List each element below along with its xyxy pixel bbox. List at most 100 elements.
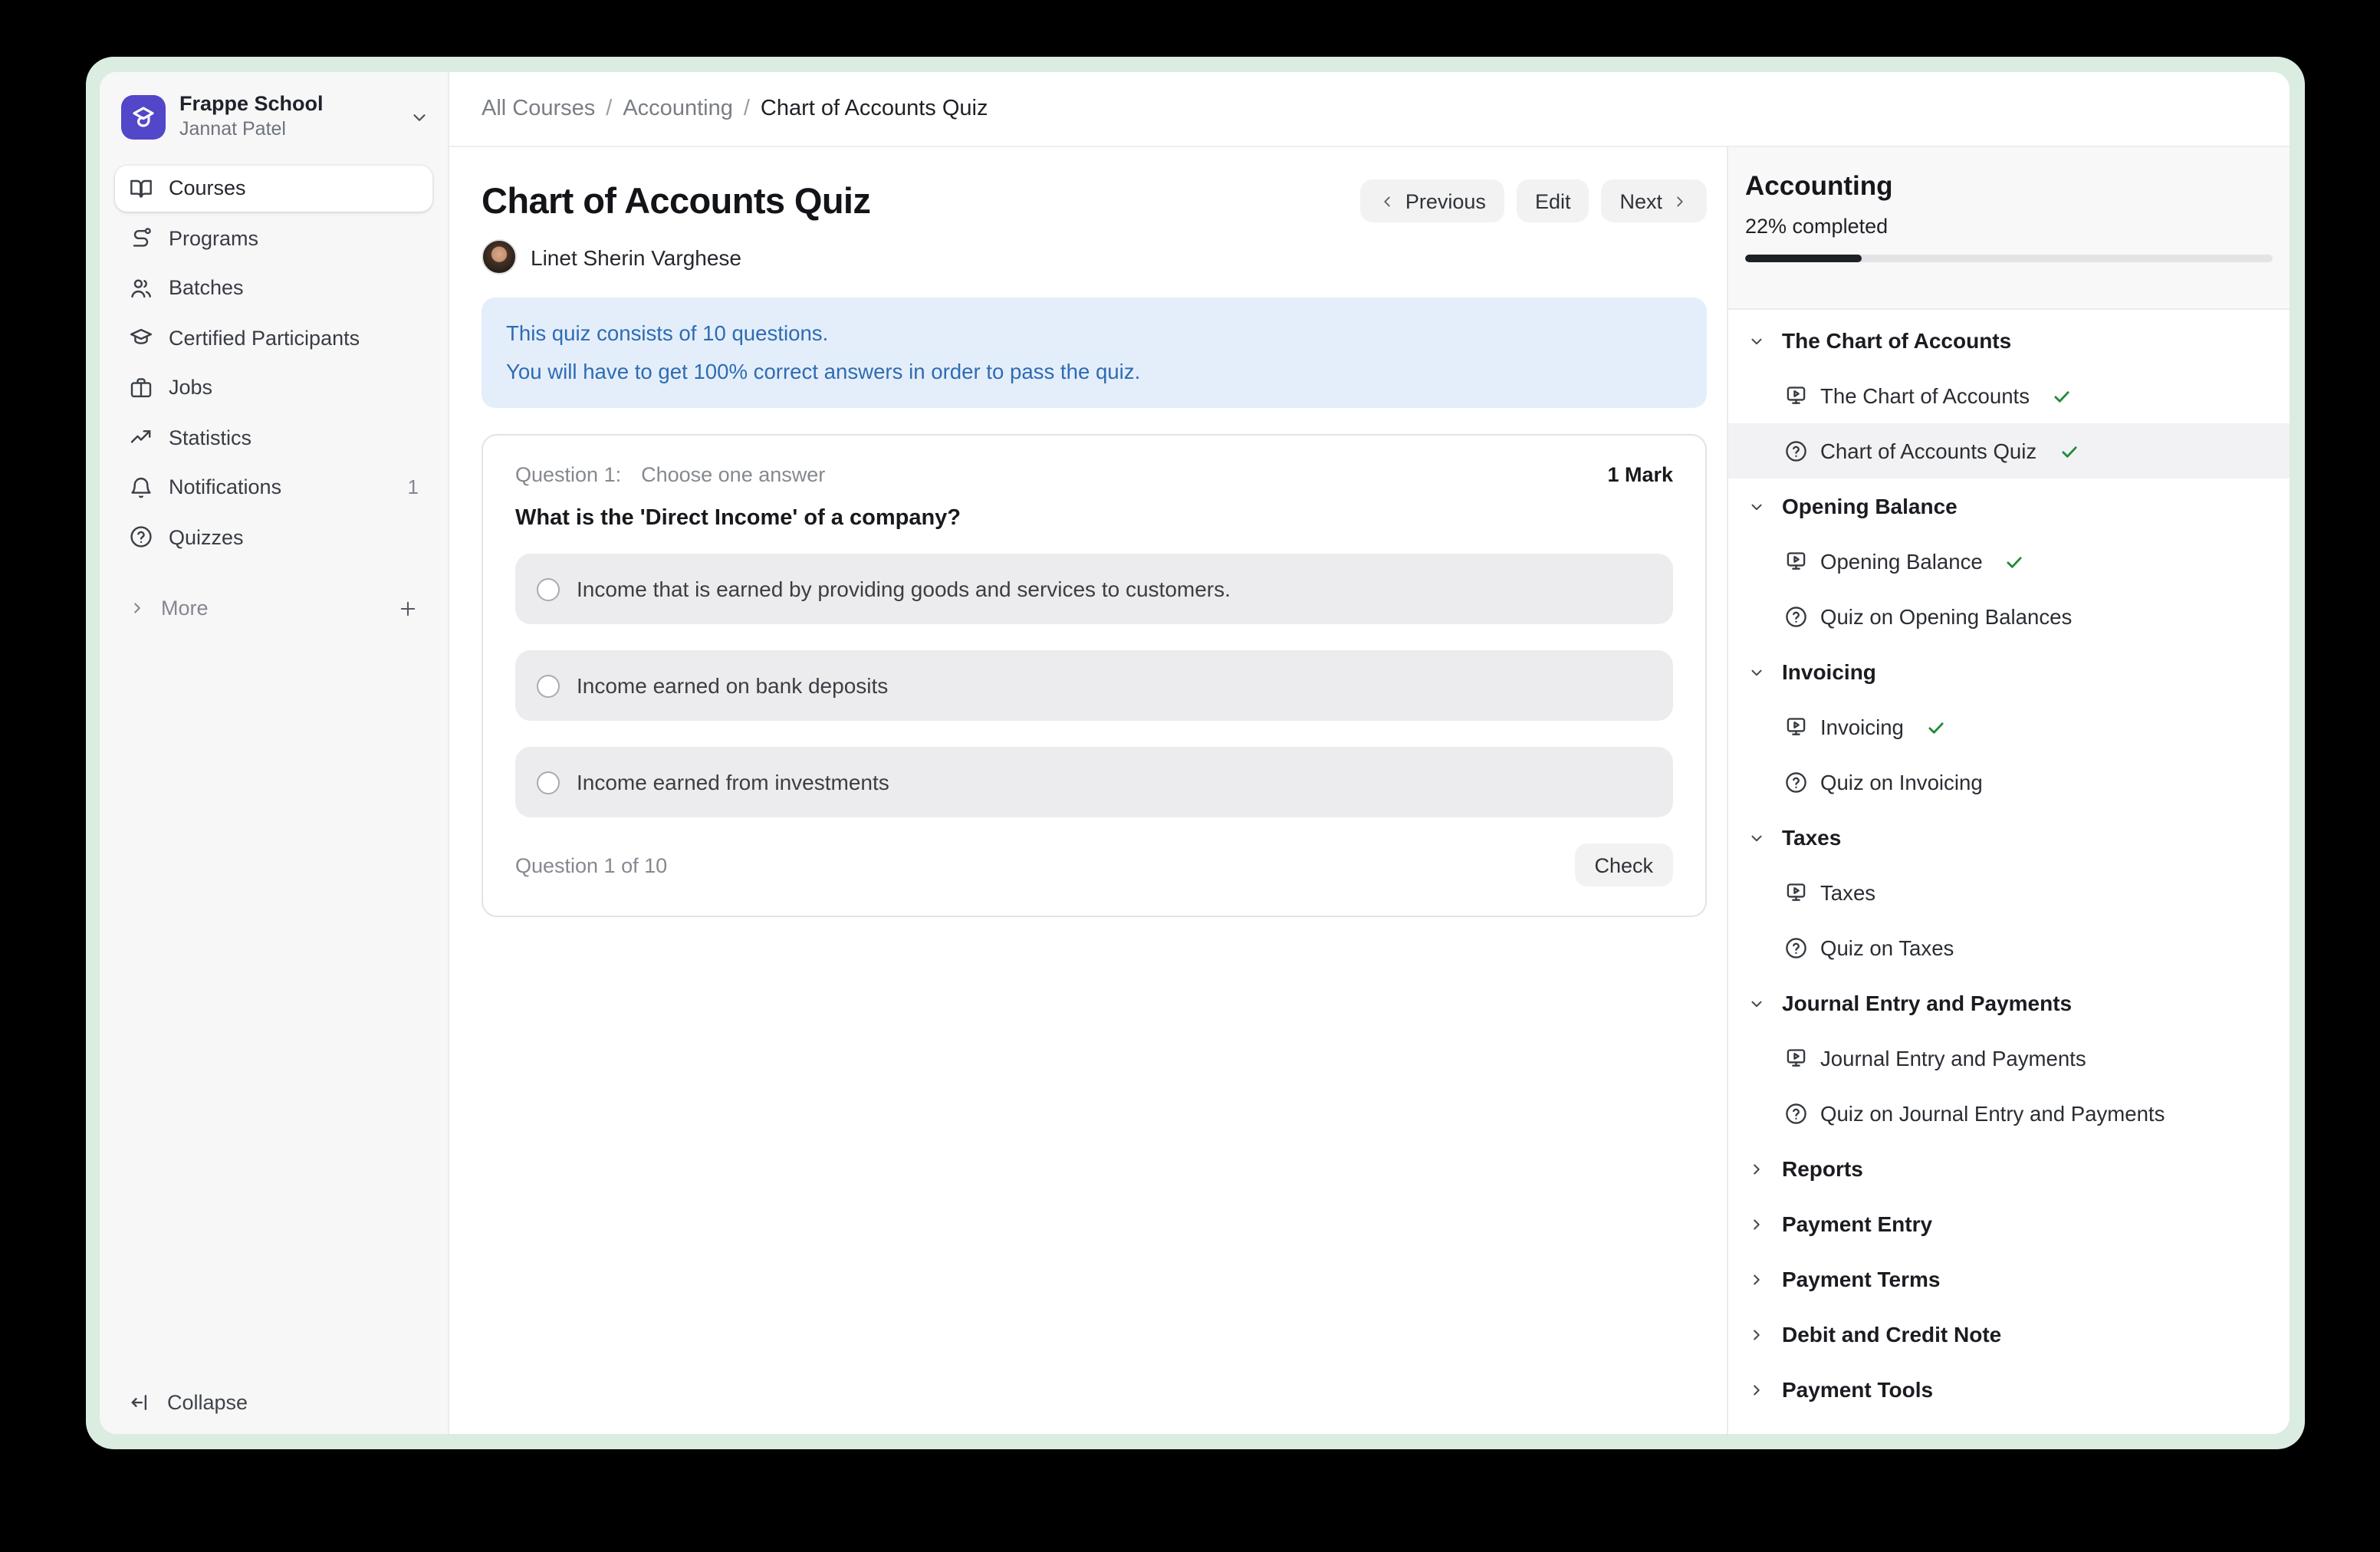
question-footer: Question 1 of 10 Check	[515, 843, 1673, 886]
outline-section-label: Payment Tools	[1782, 1377, 1933, 1402]
breadcrumb-item-current: Chart of Accounts Quiz	[761, 97, 988, 121]
answer-option-label: Income that is earned by providing goods…	[577, 577, 1231, 601]
outline-item-label: Quiz on Opening Balances	[1820, 605, 2072, 628]
outline-section-taxes[interactable]: Taxes	[1728, 810, 2290, 865]
outline-item-chart-of-accounts-quiz[interactable]: Chart of Accounts Quiz	[1728, 423, 2290, 478]
breadcrumb-item[interactable]: Accounting	[623, 97, 733, 121]
radio-button[interactable]	[537, 674, 560, 697]
quiz-icon	[1783, 439, 1809, 464]
main-content: Chart of Accounts Quiz Previous Edit	[449, 147, 1727, 1434]
outline-section-payment-tools[interactable]: Payment Tools	[1728, 1362, 2290, 1417]
left-sidebar: Frappe School Jannat Patel Courses Progra…	[100, 72, 449, 1434]
quiz-info-line: This quiz consists of 10 questions.	[506, 314, 1682, 353]
sidebar-item-jobs[interactable]: Jobs	[115, 365, 432, 410]
page-title: Chart of Accounts Quiz	[482, 180, 870, 222]
outline-section-debit-and-credit-note[interactable]: Debit and Credit Note	[1728, 1307, 2290, 1362]
outline-item-invoicing[interactable]: Invoicing	[1728, 699, 2290, 755]
course-title: Accounting	[1745, 170, 2273, 202]
sidebar-item-more[interactable]: More	[100, 586, 448, 630]
outline-section-label: Taxes	[1782, 825, 1841, 850]
sidebar-item-quizzes[interactable]: Quizzes	[115, 515, 432, 560]
chevron-right-icon	[1748, 1160, 1765, 1177]
quiz-icon	[1783, 604, 1809, 630]
sidebar-item-programs[interactable]: Programs	[115, 215, 432, 261]
outline-section-payment-entry[interactable]: Payment Entry	[1728, 1196, 2290, 1251]
sidebar-item-notifications[interactable]: Notifications1	[115, 465, 432, 510]
outline-section-journal-entry-and-payments[interactable]: Journal Entry and Payments	[1728, 975, 2290, 1031]
outline-section-label: Reports	[1782, 1156, 1863, 1181]
lesson-icon	[1783, 1046, 1809, 1071]
graduation-cap-icon	[129, 326, 153, 350]
sidebar-item-statistics[interactable]: Statistics	[115, 415, 432, 460]
outline-section-label: Journal Entry and Payments	[1782, 991, 2072, 1015]
completed-check-icon	[2052, 386, 2072, 406]
workspace-switcher[interactable]: Frappe School Jannat Patel	[100, 72, 448, 141]
users-icon	[129, 276, 153, 301]
collapse-sidebar-button[interactable]: Collapse	[115, 1379, 432, 1425]
book-open-icon	[129, 176, 153, 201]
window-frame: Frappe School Jannat Patel Courses Progra…	[86, 57, 2305, 1449]
outline-section-the-chart-of-accounts[interactable]: The Chart of Accounts	[1728, 313, 2290, 368]
bell-icon	[129, 475, 153, 500]
edit-button[interactable]: Edit	[1517, 179, 1589, 222]
lesson-icon	[1783, 880, 1809, 906]
outline-item-label: Quiz on Taxes	[1820, 936, 1954, 959]
outline-item-opening-balance[interactable]: Opening Balance	[1728, 534, 2290, 589]
sidebar-item-courses[interactable]: Courses	[115, 166, 432, 211]
question-number-label: Question 1:	[515, 463, 621, 486]
outline-item-label: Invoicing	[1820, 715, 1904, 738]
answer-option-2[interactable]: Income earned on bank deposits	[515, 650, 1673, 721]
outline-section-label: Invoicing	[1782, 659, 1876, 684]
outline-item-quiz-on-journal-entry-and-payments[interactable]: Quiz on Journal Entry and Payments	[1728, 1086, 2290, 1141]
outline-section-payment-terms[interactable]: Payment Terms	[1728, 1251, 2290, 1307]
chevron-down-icon	[1748, 332, 1765, 349]
answer-option-label: Income earned from investments	[577, 770, 889, 794]
sidebar-item-label: Batches	[169, 277, 244, 300]
answer-option-3[interactable]: Income earned from investments	[515, 747, 1673, 817]
previous-button[interactable]: Previous	[1361, 179, 1504, 222]
chevron-right-icon	[1748, 1271, 1765, 1287]
chevron-right-icon	[1748, 1381, 1765, 1398]
author-avatar	[482, 239, 517, 275]
radio-button[interactable]	[537, 577, 560, 600]
outline-item-label: Journal Entry and Payments	[1820, 1047, 2086, 1070]
right-area: All Courses/Accounting/Chart of Accounts…	[449, 72, 2290, 1434]
collapse-label: Collapse	[167, 1390, 248, 1413]
sidebar-item-label: Courses	[169, 177, 246, 200]
radio-button[interactable]	[537, 771, 560, 794]
page-actions: Previous Edit Next	[1361, 179, 1707, 222]
outline-item-the-chart-of-accounts[interactable]: The Chart of Accounts	[1728, 368, 2290, 423]
topbar: All Courses/Accounting/Chart of Accounts…	[449, 72, 2290, 147]
plus-icon[interactable]	[397, 597, 419, 619]
outline-section-reports[interactable]: Reports	[1728, 1141, 2290, 1196]
next-button[interactable]: Next	[1601, 179, 1707, 222]
outline-item-label: Quiz on Journal Entry and Payments	[1820, 1102, 2165, 1125]
outline-item-taxes[interactable]: Taxes	[1728, 865, 2290, 920]
outline-item-journal-entry-and-payments[interactable]: Journal Entry and Payments	[1728, 1031, 2290, 1086]
outline-section-opening-balance[interactable]: Opening Balance	[1728, 478, 2290, 534]
outline-item-quiz-on-taxes[interactable]: Quiz on Taxes	[1728, 920, 2290, 975]
breadcrumb-item[interactable]: All Courses	[482, 97, 595, 121]
lesson-icon	[1783, 383, 1809, 409]
quiz-author: Linet Sherin Varghese	[482, 239, 1727, 275]
outline-item-label: Quiz on Invoicing	[1820, 771, 1983, 794]
outline-item-quiz-on-invoicing[interactable]: Quiz on Invoicing	[1728, 755, 2290, 810]
outline-section-label: Payment Entry	[1782, 1212, 1932, 1236]
sidebar-item-certified-participants[interactable]: Certified Participants	[115, 315, 432, 360]
more-label: More	[161, 597, 209, 620]
outline-section-invoicing[interactable]: Invoicing	[1728, 644, 2290, 699]
outline-item-quiz-on-opening-balances[interactable]: Quiz on Opening Balances	[1728, 589, 2290, 644]
completed-check-icon	[1926, 717, 1946, 737]
lesson-icon	[1783, 715, 1809, 740]
chevron-down-icon	[1748, 498, 1765, 515]
answer-option-1[interactable]: Income that is earned by providing goods…	[515, 554, 1673, 624]
course-progress-bar	[1745, 255, 2273, 262]
notification-count-badge: 1	[408, 476, 419, 499]
workspace-text: Frappe School Jannat Patel	[179, 92, 324, 141]
check-button[interactable]: Check	[1574, 843, 1673, 886]
page-head: Chart of Accounts Quiz Previous Edit	[482, 179, 1707, 222]
question-card: Question 1: Choose one answer 1 Mark Wha…	[482, 434, 1707, 917]
sidebar-item-batches[interactable]: Batches	[115, 265, 432, 311]
outline-section-label: Payment Terms	[1782, 1267, 1940, 1291]
help-circle-icon	[129, 525, 153, 550]
